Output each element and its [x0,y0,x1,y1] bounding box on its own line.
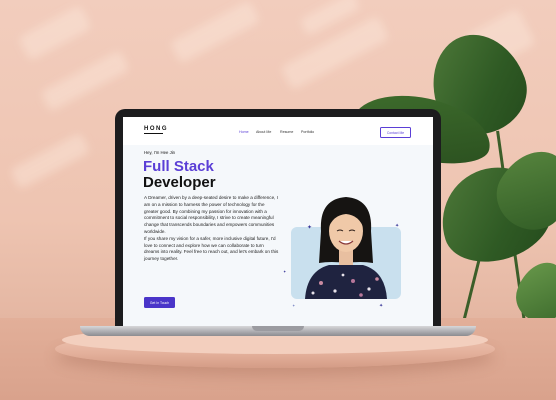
profile-photo [305,197,387,299]
window-light-shadow [169,0,261,64]
sparkle-icon: ✦ [307,225,313,231]
window-light-shadow [280,15,390,91]
sparkle-icon: ✦ [292,303,296,308]
sparkle-icon: ✦ [379,303,384,309]
laptop-notch [252,326,304,331]
mockup-scene: HONG Home About Me Resume Portfolio Cont… [0,0,556,400]
nav-item-home[interactable]: Home [239,130,249,134]
window-light-shadow [40,50,130,112]
hero-description: A Dreamer, driven by a deep-seated desir… [144,195,280,263]
hero-title: Developer [143,174,216,191]
logo-underline [144,133,163,134]
sparkle-icon: ✦ [395,223,400,229]
hero-section: Hey, I'm Hee Jin Full Stack Developer A … [123,145,433,327]
hero-paragraph: A Dreamer, driven by a deep-seated desir… [144,195,278,234]
hero-greeting: Hey, I'm Hee Jin [144,150,176,155]
sparkle-icon: ✦ [283,269,287,274]
nav-item-portfolio[interactable]: Portfolio [301,130,314,134]
contact-me-button[interactable]: Contact Me [380,127,411,138]
nav-item-about[interactable]: About Me [256,130,271,134]
nav-item-resume[interactable]: Resume [280,130,293,134]
site-navbar: HONG Home About Me Resume Portfolio Cont… [123,117,433,145]
hero-title-accent: Full Stack [143,158,214,175]
window-light-shadow [17,5,93,61]
laptop-screen: HONG Home About Me Resume Portfolio Cont… [123,117,433,327]
window-light-shadow [9,132,91,190]
get-in-touch-button[interactable]: Get In Touch [144,297,175,308]
site-logo[interactable]: HONG [144,126,168,132]
hero-paragraph: If you share my vision for a safer, more… [144,235,279,262]
